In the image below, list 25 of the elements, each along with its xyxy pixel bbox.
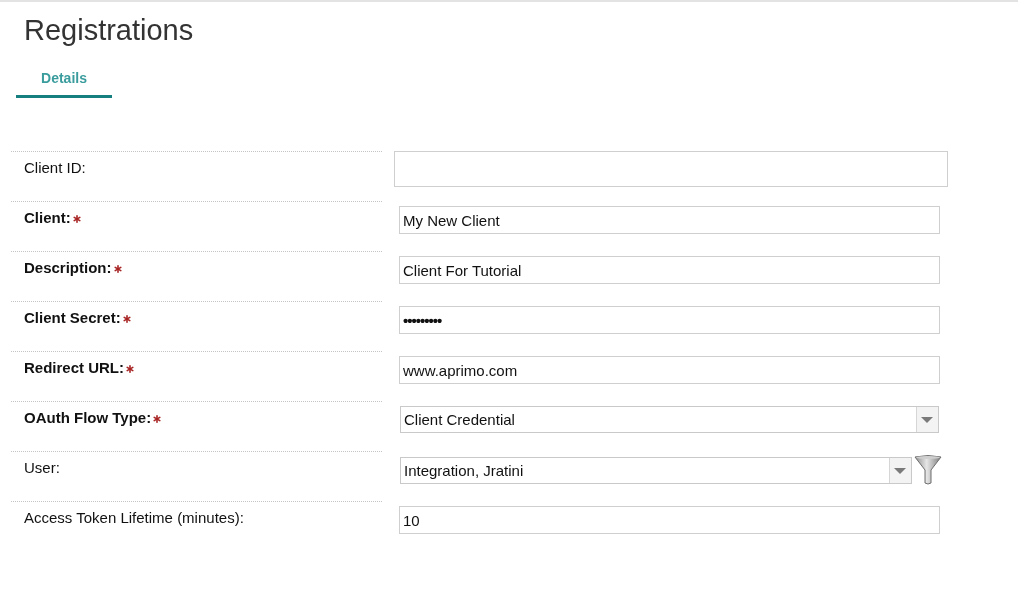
required-asterisk-icon xyxy=(153,415,162,423)
field-label: Redirect URL: xyxy=(24,359,124,376)
required-asterisk-icon xyxy=(126,365,134,373)
required-asterisk-icon xyxy=(122,315,131,323)
required-asterisk-icon xyxy=(113,265,122,273)
field-label: Client Secret: xyxy=(24,309,121,326)
caret-icon[interactable] xyxy=(889,458,911,483)
field-label: Description: xyxy=(24,259,112,276)
field-label: OAuth Flow Type: xyxy=(24,409,152,426)
filter-icon[interactable] xyxy=(914,455,942,485)
password-field[interactable]: ••••••••• xyxy=(399,306,940,334)
text-field[interactable]: 10 xyxy=(399,506,940,534)
page-title: Registrations xyxy=(24,13,194,47)
caret-icon[interactable] xyxy=(916,407,938,432)
text-field[interactable]: Client For Tutorial xyxy=(399,256,940,284)
text-field[interactable]: My New Client xyxy=(399,206,940,234)
field-label: Client: xyxy=(24,209,71,226)
required-asterisk-icon xyxy=(72,215,81,223)
field-label: Client ID: xyxy=(24,159,86,176)
text-field[interactable] xyxy=(394,151,948,187)
text-field[interactable]: www.aprimo.com xyxy=(399,356,940,384)
field-label: Access Token Lifetime (minutes): xyxy=(24,509,244,526)
dropdown-field[interactable]: Integration, Jratini xyxy=(400,457,912,484)
field-label: User: xyxy=(24,459,60,476)
dropdown-field[interactable]: Client Credential xyxy=(400,406,939,433)
